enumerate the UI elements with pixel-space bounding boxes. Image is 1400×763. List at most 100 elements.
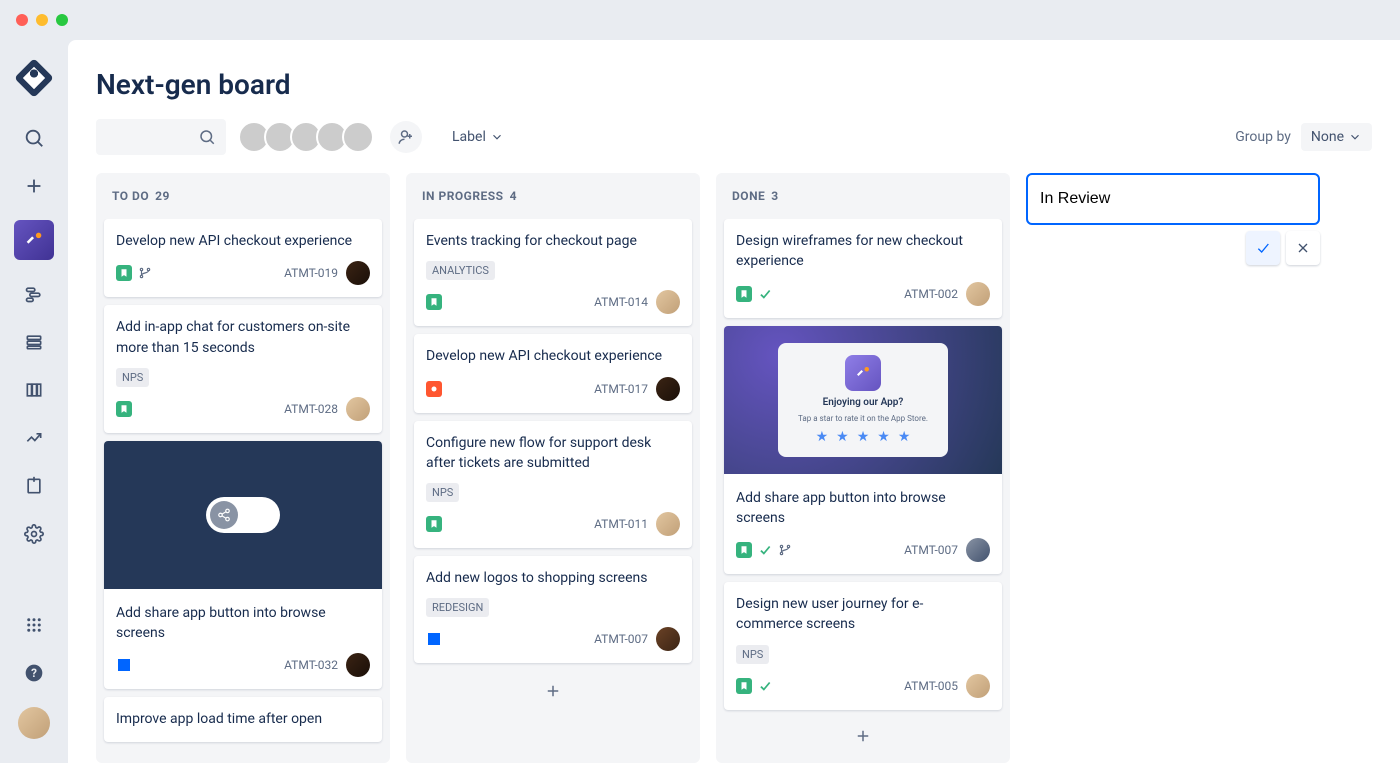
roadmap-icon[interactable] (20, 280, 48, 308)
card-title: Add new logos to shopping screens (426, 568, 680, 588)
assignee-avatar[interactable] (966, 282, 990, 306)
new-column-input[interactable] (1026, 173, 1320, 225)
reports-icon[interactable] (20, 424, 48, 452)
card[interactable]: Design new user journey for e-commerce s… (724, 582, 1002, 710)
card[interactable]: Develop new API checkout experience ATMT… (104, 219, 382, 297)
bug-icon (426, 381, 442, 397)
search-icon[interactable] (20, 124, 48, 152)
column-in-progress: IN PROGRESS4 Events tracking for checkou… (406, 173, 700, 763)
story-icon (426, 516, 442, 532)
avatar[interactable] (342, 121, 374, 153)
card-title: Design new user journey for e-commerce s… (736, 594, 990, 635)
column-done: DONE3 Design wireframes for new checkout… (716, 173, 1010, 763)
chevron-down-icon (1348, 130, 1362, 144)
share-icon (217, 508, 231, 522)
column-header[interactable]: TO DO29 (96, 173, 390, 219)
card-tag: NPS (116, 368, 149, 387)
card[interactable]: Add new logos to shopping screens REDESI… (414, 556, 692, 663)
add-page-icon[interactable] (20, 472, 48, 500)
card[interactable]: Add share app button into browse screens… (104, 441, 382, 690)
window-close-icon[interactable] (16, 14, 28, 26)
issue-key: ATMT-007 (594, 632, 648, 646)
help-icon[interactable]: ? (20, 659, 48, 687)
window-minimize-icon[interactable] (36, 14, 48, 26)
add-people-button[interactable] (390, 121, 422, 153)
window-maximize-icon[interactable] (56, 14, 68, 26)
assignee-avatar[interactable] (346, 397, 370, 421)
add-card-button[interactable] (724, 718, 1002, 755)
check-icon (758, 543, 772, 557)
card-title: Add share app button into browse screens (736, 488, 990, 529)
card-title: Add in-app chat for customers on-site mo… (116, 317, 370, 358)
label-filter-text: Label (452, 129, 486, 145)
card-title: Configure new flow for support desk afte… (426, 433, 680, 474)
cancel-button[interactable] (1286, 231, 1320, 265)
share-toggle-graphic (206, 497, 280, 533)
chevron-down-icon (490, 130, 504, 144)
issue-key: ATMT-002 (904, 287, 958, 301)
check-icon (758, 679, 772, 693)
backlog-icon[interactable] (20, 328, 48, 356)
card-title: Develop new API checkout experience (426, 346, 680, 366)
assignee-avatar[interactable] (346, 261, 370, 285)
column-header[interactable]: IN PROGRESS4 (406, 173, 700, 219)
app-icon (845, 355, 881, 391)
add-card-button[interactable] (414, 671, 692, 711)
main-content: Next-gen board Label Group by None (68, 40, 1400, 763)
card[interactable]: Develop new API checkout experience ATMT… (414, 334, 692, 412)
story-icon (736, 678, 752, 694)
assignee-avatar[interactable] (656, 377, 680, 401)
issue-key: ATMT-014 (594, 295, 648, 309)
create-icon[interactable] (20, 172, 48, 200)
column-header[interactable]: DONE3 (716, 173, 1010, 219)
page-title: Next-gen board (96, 68, 1372, 101)
jira-logo-icon[interactable] (14, 58, 54, 98)
board-icon[interactable] (20, 376, 48, 404)
story-icon (426, 294, 442, 310)
profile-avatar[interactable] (18, 707, 50, 739)
assignee-avatar[interactable] (656, 512, 680, 536)
rating-graphic: Enjoying our App? Tap a star to rate it … (778, 343, 948, 457)
check-icon (1255, 240, 1271, 256)
issue-key: ATMT-028 (284, 402, 338, 416)
groupby-select[interactable]: None (1301, 123, 1372, 151)
card[interactable]: Events tracking for checkout page ANALYT… (414, 219, 692, 326)
card-title: Design wireframes for new checkout exper… (736, 231, 990, 272)
project-icon[interactable] (14, 220, 54, 260)
task-icon (116, 657, 132, 673)
settings-icon[interactable] (20, 520, 48, 548)
search-input[interactable] (96, 119, 226, 155)
card[interactable]: Enjoying our App? Tap a star to rate it … (724, 326, 1002, 575)
card-tag: REDESIGN (426, 598, 489, 617)
card[interactable]: Design wireframes for new checkout exper… (724, 219, 1002, 318)
card-cover (104, 441, 382, 589)
board: TO DO29 Develop new API checkout experie… (96, 173, 1372, 763)
label-filter[interactable]: Label (452, 129, 504, 145)
story-icon (736, 542, 752, 558)
toolbar: Label Group by None (96, 119, 1372, 155)
card-tag: ANALYTICS (426, 261, 495, 280)
card-title: Events tracking for checkout page (426, 231, 680, 251)
card-title: Add share app button into browse screens (116, 603, 370, 644)
card[interactable]: Add in-app chat for customers on-site mo… (104, 305, 382, 433)
issue-key: ATMT-017 (594, 382, 648, 396)
groupby-control: Group by None (1235, 123, 1372, 151)
assignee-avatar[interactable] (346, 653, 370, 677)
assignee-avatar[interactable] (966, 538, 990, 562)
branch-icon (778, 543, 792, 557)
issue-key: ATMT-007 (904, 543, 958, 557)
confirm-button[interactable] (1246, 231, 1280, 265)
story-icon (736, 286, 752, 302)
assignee-avatar[interactable] (656, 627, 680, 651)
new-column (1026, 173, 1320, 763)
card[interactable]: Configure new flow for support desk afte… (414, 421, 692, 549)
assignee-avatars[interactable] (238, 121, 374, 153)
groupby-label: Group by (1235, 129, 1291, 145)
assignee-avatar[interactable] (966, 674, 990, 698)
column-todo: TO DO29 Develop new API checkout experie… (96, 173, 390, 763)
story-icon (116, 401, 132, 417)
card[interactable]: Improve app load time after open (104, 697, 382, 741)
task-icon (426, 631, 442, 647)
assignee-avatar[interactable] (656, 290, 680, 314)
apps-icon[interactable] (20, 611, 48, 639)
